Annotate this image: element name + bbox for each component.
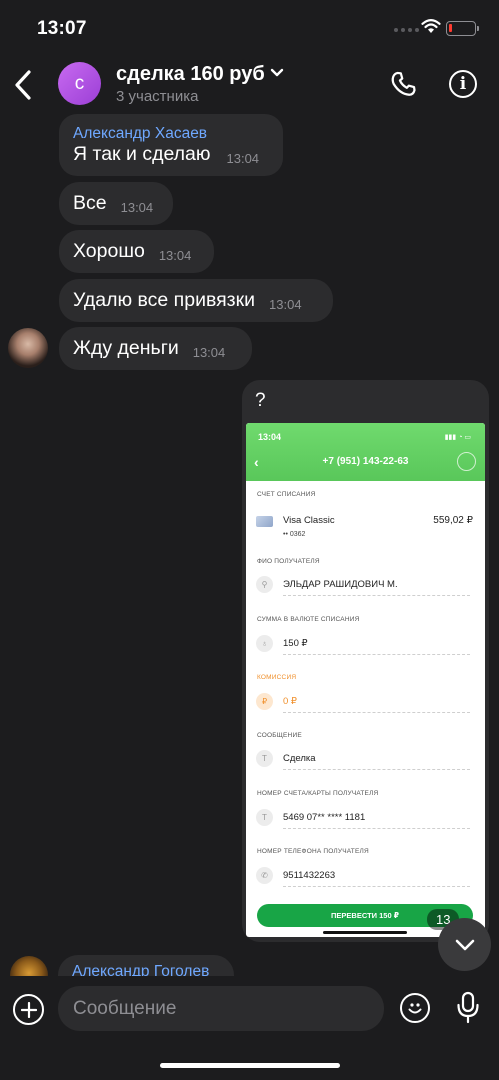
- card-number: •• 0362: [283, 531, 306, 538]
- message-time: 13:04: [120, 200, 154, 215]
- message-bubble[interactable]: Удалю все привязки 13:04: [59, 279, 333, 322]
- message-text: Жду деньги: [73, 337, 179, 359]
- message-time: 13:04: [158, 248, 192, 263]
- message-text: Все: [73, 192, 107, 214]
- sum-value: 150 ₽: [283, 638, 308, 649]
- ruble-icon: ₽: [256, 693, 273, 710]
- signal-icon: [394, 28, 419, 32]
- card-no-label: НОМЕР СЧЕТА/КАРТЫ ПОЛУЧАТЕЛЯ: [257, 790, 379, 797]
- text-icon: T: [256, 809, 273, 826]
- plus-icon: [20, 1001, 37, 1018]
- phone-call-icon[interactable]: [390, 70, 418, 98]
- message-label: СООБЩЕНИЕ: [257, 732, 302, 739]
- money-bag-icon: ♁: [256, 635, 273, 652]
- image-attachment[interactable]: 13:04 ▮▮▮ ◔ ▭ ‹ +7 (951) 143-22-63 СЧЕТ …: [246, 423, 485, 937]
- fee-label: КОМИССИЯ: [257, 674, 297, 681]
- screenshot-header: 13:04 ▮▮▮ ◔ ▭ ‹ +7 (951) 143-22-63: [246, 423, 485, 481]
- message-bubble[interactable]: Хорошо 13:04: [59, 230, 214, 273]
- battery-icon: [446, 21, 479, 36]
- recipient-value: ЭЛЬДАР РАШИДОВИЧ М.: [283, 579, 398, 590]
- status-time: 13:07: [37, 18, 87, 39]
- screenshot-status-time: 13:04: [258, 432, 282, 442]
- screenshot-signal-icon: ▮▮▮ ◔ ▭: [444, 434, 471, 441]
- message-time: 13:04: [226, 150, 260, 166]
- message-time: 13:04: [192, 345, 226, 360]
- chevron-down-icon[interactable]: [270, 68, 284, 78]
- screenshot-person-icon: [457, 452, 476, 471]
- card-icon: [256, 516, 273, 527]
- message-bubble[interactable]: Жду деньги 13:04: [59, 327, 252, 370]
- sum-label: СУММА В ВАЛЮТЕ СПИСАНИЯ: [257, 616, 360, 623]
- screenshot-phone-number: +7 (951) 143-22-63: [322, 456, 409, 467]
- message-text: Удалю все привязки: [73, 289, 256, 311]
- message-text: Хорошо: [73, 240, 145, 262]
- message-sender[interactable]: Александр Хасаев: [73, 125, 207, 143]
- card-name: Visa Classic: [283, 515, 335, 526]
- emoji-button[interactable]: [400, 993, 430, 1023]
- attach-button[interactable]: [13, 994, 44, 1025]
- phone-label: НОМЕР ТЕЛЕФОНА ПОЛУЧАТЕЛЯ: [257, 848, 369, 855]
- scroll-down-button[interactable]: [438, 918, 491, 971]
- microphone-icon[interactable]: [455, 991, 481, 1025]
- message-value: Сделка: [283, 753, 316, 764]
- message-bubble[interactable]: Александр Хасаев Я так и сделаю 13:04: [59, 114, 283, 176]
- text-icon: T: [256, 750, 273, 767]
- sender-avatar[interactable]: [8, 328, 48, 368]
- recipient-label: ФИО ПОЛУЧАТЕЛЯ: [257, 558, 320, 565]
- phone-value: 9511432263: [283, 870, 336, 881]
- chat-title[interactable]: сделка 160 руб: [116, 63, 265, 86]
- message-time: 13:04: [269, 297, 302, 312]
- message-text: Я так и сделаю: [73, 142, 211, 165]
- smile-icon: [408, 1003, 422, 1014]
- message-bubble[interactable]: Все 13:04: [59, 182, 173, 225]
- person-icon: ⚲: [256, 576, 273, 593]
- fee-value: 0 ₽: [283, 696, 297, 707]
- image-caption: ?: [255, 390, 266, 411]
- handset-icon: ✆: [256, 867, 273, 884]
- info-icon[interactable]: i: [449, 70, 477, 98]
- back-icon[interactable]: [12, 68, 34, 102]
- card-amount: 559,02 ₽: [433, 515, 473, 526]
- chat-avatar[interactable]: с: [58, 62, 101, 105]
- screenshot-home-indicator: [323, 931, 407, 934]
- home-indicator: [160, 1063, 340, 1068]
- chevron-down-icon: [455, 939, 474, 950]
- message-input[interactable]: [58, 986, 384, 1031]
- account-label: СЧЕТ СПИСАНИЯ: [257, 491, 316, 498]
- wifi-icon: [421, 19, 441, 33]
- chat-subtitle: 3 участника: [116, 88, 199, 105]
- card-no-value: 5469 07** **** 1181: [283, 812, 366, 823]
